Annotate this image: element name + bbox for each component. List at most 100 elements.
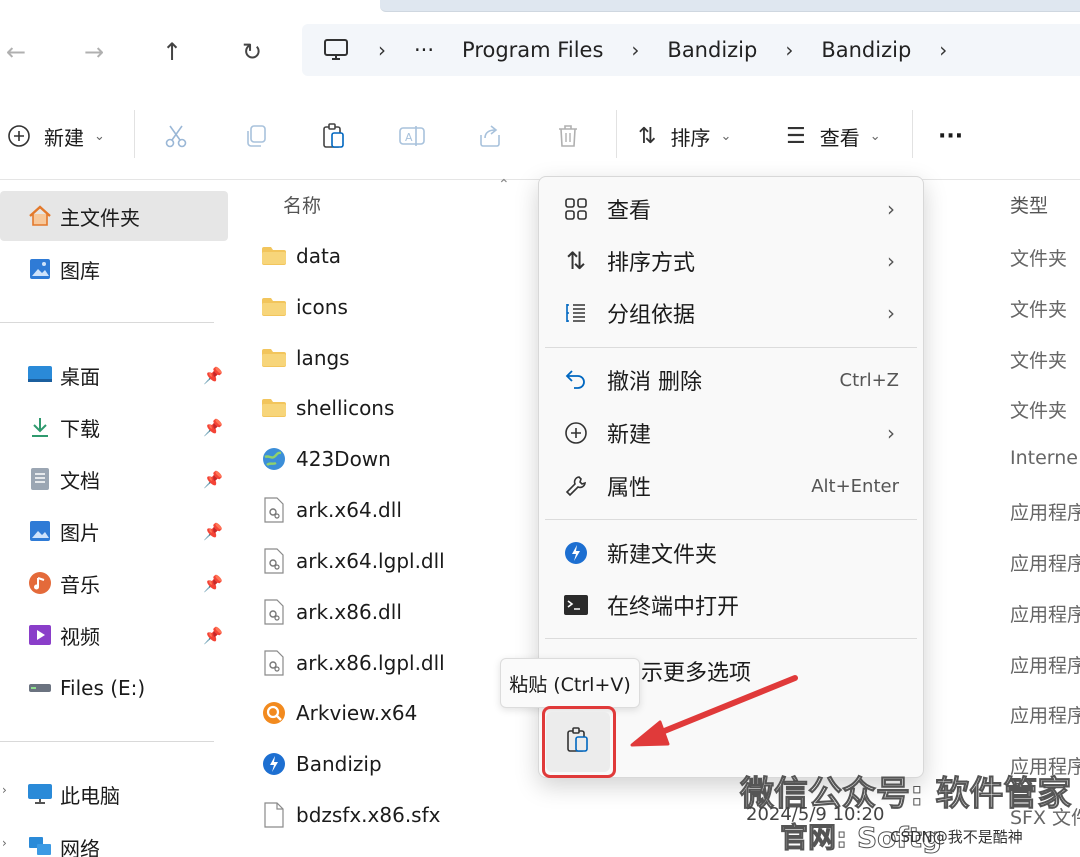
menu-item-group-by[interactable]: 分组依据 › [545,288,917,338]
sidebar-item-gallery[interactable]: 图库 [0,244,228,294]
file-name: ark.x64.lgpl.dll [296,549,445,573]
file-name: 423Down [296,447,391,471]
chevron-right-icon[interactable]: › [2,836,7,850]
file-type: 应用程序 [1010,553,1080,575]
column-header-name[interactable]: 名称 [283,191,321,218]
delete-icon[interactable] [552,120,584,152]
sidebar-item-documents[interactable]: 文档 📌 [0,454,228,504]
sidebar-item-label: 图库 [60,258,100,283]
sidebar-item-drive-e[interactable]: Files (E:) [0,663,228,713]
list-item[interactable]: bdzsfx.x86.sfx [260,790,560,840]
forward-arrow-icon[interactable]: → [74,36,114,68]
list-item[interactable]: ark.x86.dll [260,587,560,637]
more-options-button[interactable]: ··· [938,120,963,152]
menu-divider [545,638,917,639]
menu-item-view[interactable]: 查看 › [545,184,917,234]
list-item[interactable]: ark.x64.dll [260,485,560,535]
breadcrumb-program-files[interactable]: Program Files [462,38,603,62]
file-type: Interne [1010,447,1078,469]
file-type: 文件夹 [1010,299,1068,321]
sidebar-item-pictures[interactable]: 图片 📌 [0,506,228,556]
sidebar-item-music[interactable]: 音乐 📌 [0,558,228,608]
pin-icon[interactable]: 📌 [203,418,223,437]
window-top-strip [380,0,1080,12]
file-type: 应用程序 [1010,705,1080,727]
grid-view-icon [561,194,591,224]
chevron-down-icon: ⌄ [94,128,105,144]
menu-item-label: 新建文件夹 [607,543,718,568]
gallery-icon [26,255,54,283]
breadcrumb-overflow[interactable]: ··· [414,38,434,62]
sidebar-item-label: 下载 [60,416,100,441]
sidebar-item-this-pc[interactable]: › 此电脑 [0,769,228,819]
list-item[interactable]: langs [260,333,560,383]
file-type: 应用程序 [1010,604,1080,626]
sort-button[interactable]: ⇅ 排序 ⌄ [638,120,731,152]
folder-icon [260,344,288,372]
dll-file-icon [260,598,288,626]
column-header-type[interactable]: 类型 [1010,191,1048,218]
terminal-icon [561,590,591,620]
up-arrow-icon[interactable]: ↑ [152,36,192,68]
list-item[interactable]: icons [260,282,560,332]
chevron-right-icon: › [887,197,895,221]
file-name: ark.x86.dll [296,600,402,624]
pin-icon[interactable]: 📌 [203,522,223,541]
highlight-box [542,706,616,778]
pin-icon[interactable]: 📌 [203,470,223,489]
refresh-icon[interactable]: ↻ [232,36,272,68]
breadcrumb-bandizip[interactable]: Bandizip [667,38,757,62]
sidebar-item-label: 视频 [60,624,100,649]
chevron-right-icon[interactable]: › [2,783,7,797]
shortcut-label: Alt+Enter [811,475,899,497]
list-item[interactable]: ark.x64.lgpl.dll [260,536,560,586]
view-button[interactable]: ☰ 查看 ⌄ [786,120,881,152]
pin-icon[interactable]: 📌 [203,366,223,385]
sidebar-item-network[interactable]: › 网络 [0,822,228,857]
sidebar-item-home[interactable]: 主文件夹 [0,191,228,241]
menu-item-new[interactable]: 新建 › [545,408,917,458]
rename-icon[interactable]: A [396,120,428,152]
file-name: langs [296,346,350,370]
file-type: 文件夹 [1010,248,1068,270]
chevron-right-icon: › [887,249,895,273]
file-name: ark.x86.lgpl.dll [296,651,445,675]
menu-item-open-terminal[interactable]: 在终端中打开 [545,580,917,630]
bandizip-app-icon [561,538,591,568]
list-item[interactable]: data [260,231,560,281]
sidebar-item-downloads[interactable]: 下载 📌 [0,402,228,452]
copy-icon[interactable] [240,120,272,152]
pin-icon[interactable]: 📌 [203,574,223,593]
command-bar: 新建 ⌄ A ⇅ 排序 ⌄ ☰ 查看 ⌄ ··· [0,92,1080,180]
chevron-right-icon[interactable]: › [631,38,639,62]
chevron-right-icon[interactable]: › [939,38,947,62]
arkview-app-icon [260,699,288,727]
dll-file-icon [260,547,288,575]
cut-icon[interactable] [160,120,192,152]
breadcrumb-bandizip-current[interactable]: Bandizip [821,38,911,62]
share-icon[interactable] [474,120,506,152]
address-bar[interactable]: › ··· Program Files › Bandizip › Bandizi… [302,24,1080,76]
list-item[interactable]: 423Down [260,434,560,484]
list-item[interactable]: Bandizip [260,739,560,789]
pin-icon[interactable]: 📌 [203,626,223,645]
menu-item-properties[interactable]: 属性 Alt+Enter [545,461,917,511]
sidebar-item-desktop[interactable]: 桌面 📌 [0,350,228,400]
back-arrow-icon[interactable]: ← [0,36,36,68]
chevron-right-icon[interactable]: › [785,38,793,62]
new-button[interactable]: 新建 ⌄ [6,120,105,152]
menu-item-new-folder[interactable]: 新建文件夹 [545,528,917,578]
sidebar-divider [0,322,214,323]
menu-item-sort-by[interactable]: ⇅ 排序方式 › [545,236,917,286]
computer-icon[interactable] [322,36,350,64]
chevron-right-icon[interactable]: › [378,38,386,62]
computer-icon [26,780,54,808]
menu-divider [545,347,917,348]
file-type: 文件夹 [1010,350,1068,372]
download-icon [26,413,54,441]
sidebar-item-videos[interactable]: 视频 📌 [0,610,228,660]
paste-icon[interactable] [318,120,350,152]
menu-item-undo-delete[interactable]: 撤消 删除 Ctrl+Z [545,355,917,405]
list-item[interactable]: shellicons [260,383,560,433]
paste-tooltip: 粘贴 (Ctrl+V) [500,658,640,708]
